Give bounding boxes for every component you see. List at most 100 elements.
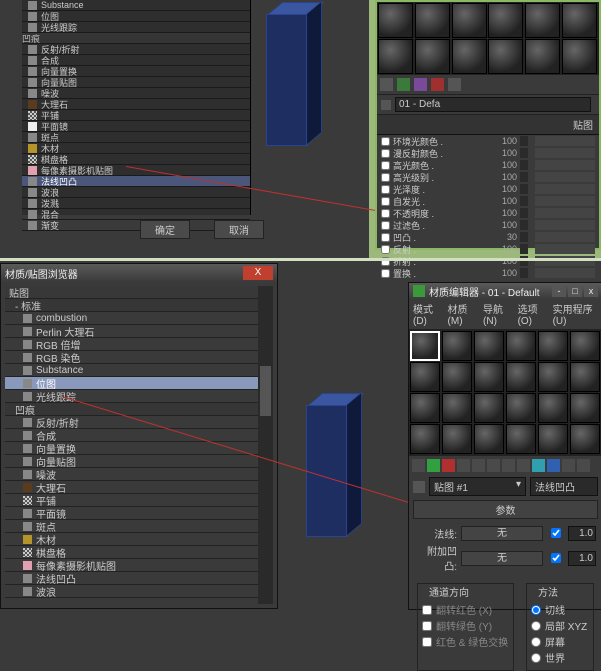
material-slot[interactable]: [442, 393, 472, 423]
ok-button[interactable]: 确定: [140, 220, 190, 239]
amount-spinner[interactable]: [520, 244, 528, 254]
menu-item[interactable]: 选项(O): [518, 301, 547, 327]
menu-item[interactable]: 导航(N): [483, 301, 512, 327]
go-forward-icon[interactable]: [577, 459, 590, 472]
method-radio[interactable]: 局部 XYZ: [531, 618, 589, 633]
material-slot[interactable]: [474, 424, 504, 454]
show-in-viewport-icon[interactable]: [532, 459, 545, 472]
material-id-icon[interactable]: [517, 459, 530, 472]
material-slot[interactable]: [538, 393, 568, 423]
material-slot[interactable]: [538, 331, 568, 361]
material-slot[interactable]: [488, 3, 523, 38]
material-slot[interactable]: [474, 331, 504, 361]
material-slot[interactable]: [410, 424, 440, 454]
material-slot[interactable]: [570, 393, 600, 423]
material-slot[interactable]: [562, 3, 597, 38]
maps-rollup-header[interactable]: 贴图: [377, 115, 599, 135]
amount-spinner[interactable]: [520, 172, 528, 182]
minimize-button[interactable]: -: [552, 285, 566, 297]
amount-spinner[interactable]: [520, 184, 528, 194]
med-toolbar[interactable]: [409, 455, 601, 475]
material-slot[interactable]: [378, 39, 413, 74]
material-slot[interactable]: [452, 3, 487, 38]
show-end-result-icon[interactable]: [547, 459, 560, 472]
map-slot-button[interactable]: [535, 136, 595, 146]
channel-checkbox[interactable]: 翻转红色 (X): [422, 602, 509, 617]
med-menubar[interactable]: 模式(D)材质(M)导航(N)选项(O)实用程序(U): [409, 299, 601, 330]
med-titlebar[interactable]: 材质编辑器 - 01 - Default - □ x: [409, 283, 601, 299]
map-enable-checkbox[interactable]: [381, 269, 390, 278]
browser-item[interactable]: 贴图: [5, 286, 273, 299]
material-slot[interactable]: [562, 39, 597, 74]
map-slot-button[interactable]: [535, 172, 595, 182]
material-slot[interactable]: [410, 393, 440, 423]
map-enable-checkbox[interactable]: [381, 221, 390, 230]
browser-item[interactable]: 波浪: [5, 585, 273, 598]
params-rollup[interactable]: 参数: [413, 500, 598, 519]
map-slot-button[interactable]: [535, 220, 595, 230]
map-slot-button[interactable]: [535, 196, 595, 206]
material-slot[interactable]: [570, 424, 600, 454]
browser-item[interactable]: RGB 染色: [5, 351, 273, 364]
channel-checkbox[interactable]: 红色 & 绿色交换: [422, 634, 509, 649]
map-enable-checkbox[interactable]: [381, 197, 390, 206]
amount-spinner[interactable]: [520, 208, 528, 218]
material-slot[interactable]: [506, 393, 536, 423]
material-spheres-bottom[interactable]: [409, 330, 601, 455]
normal-map-button[interactable]: 无: [461, 526, 543, 541]
toolbar-top[interactable]: [377, 75, 599, 94]
options-icon[interactable]: [448, 78, 461, 91]
material-slot[interactable]: [538, 362, 568, 392]
map-slot-button[interactable]: [535, 184, 595, 194]
amount-spinner[interactable]: [520, 160, 528, 170]
amount-spinner[interactable]: [520, 232, 528, 242]
normal-amount-spinner[interactable]: 1.0: [568, 526, 596, 541]
browser-titlebar[interactable]: 材质/贴图浏览器 X: [1, 264, 277, 282]
material-spheres-top[interactable]: [377, 2, 599, 75]
map-enable-checkbox[interactable]: [381, 161, 390, 170]
map-slot-button[interactable]: [535, 208, 595, 218]
close-button[interactable]: X: [243, 266, 273, 280]
map-enable-checkbox[interactable]: [381, 149, 390, 158]
material-slot[interactable]: [506, 331, 536, 361]
apply-icon[interactable]: [397, 78, 410, 91]
method-radio[interactable]: 屏幕: [531, 634, 589, 649]
map-enable-checkbox[interactable]: [381, 173, 390, 182]
cancel-button[interactable]: 取消: [214, 220, 264, 239]
material-slot[interactable]: [525, 3, 560, 38]
material-slot[interactable]: [452, 39, 487, 74]
map-slot-button[interactable]: [535, 244, 595, 254]
map-slot-button[interactable]: [535, 232, 595, 242]
put-to-scene-icon[interactable]: [427, 459, 440, 472]
material-slot[interactable]: [570, 362, 600, 392]
bump-map-button[interactable]: 无: [461, 551, 543, 566]
assign-icon[interactable]: [414, 78, 427, 91]
material-slot[interactable]: [442, 424, 472, 454]
map-enable-checkbox[interactable]: [381, 233, 390, 242]
material-slot[interactable]: [538, 424, 568, 454]
material-slot[interactable]: [415, 3, 450, 38]
amount-spinner[interactable]: [520, 220, 528, 230]
browser-item[interactable]: - 标准: [5, 299, 273, 312]
material-slot[interactable]: [570, 331, 600, 361]
material-slot[interactable]: [410, 362, 440, 392]
go-to-parent-icon[interactable]: [562, 459, 575, 472]
method-radio[interactable]: 切线: [531, 602, 589, 617]
material-slot[interactable]: [488, 39, 523, 74]
map-item[interactable]: 光线跟踪: [22, 22, 250, 33]
material-slot[interactable]: [378, 3, 413, 38]
browser-item[interactable]: 光线跟踪: [5, 390, 273, 403]
amount-spinner[interactable]: [520, 196, 528, 206]
maximize-button[interactable]: □: [568, 285, 582, 297]
get-material-icon[interactable]: [412, 459, 425, 472]
browser-scrollbar[interactable]: [258, 286, 273, 604]
material-slot[interactable]: [442, 362, 472, 392]
delete-material-icon[interactable]: [442, 459, 455, 472]
put-to-library-icon[interactable]: [502, 459, 515, 472]
pick-icon[interactable]: [380, 78, 393, 91]
method-radio[interactable]: 世界: [531, 650, 589, 665]
map-enable-checkbox[interactable]: [381, 209, 390, 218]
map-slot-button[interactable]: [535, 268, 595, 278]
map-enable-checkbox[interactable]: [381, 245, 390, 254]
material-slot[interactable]: [442, 331, 472, 361]
